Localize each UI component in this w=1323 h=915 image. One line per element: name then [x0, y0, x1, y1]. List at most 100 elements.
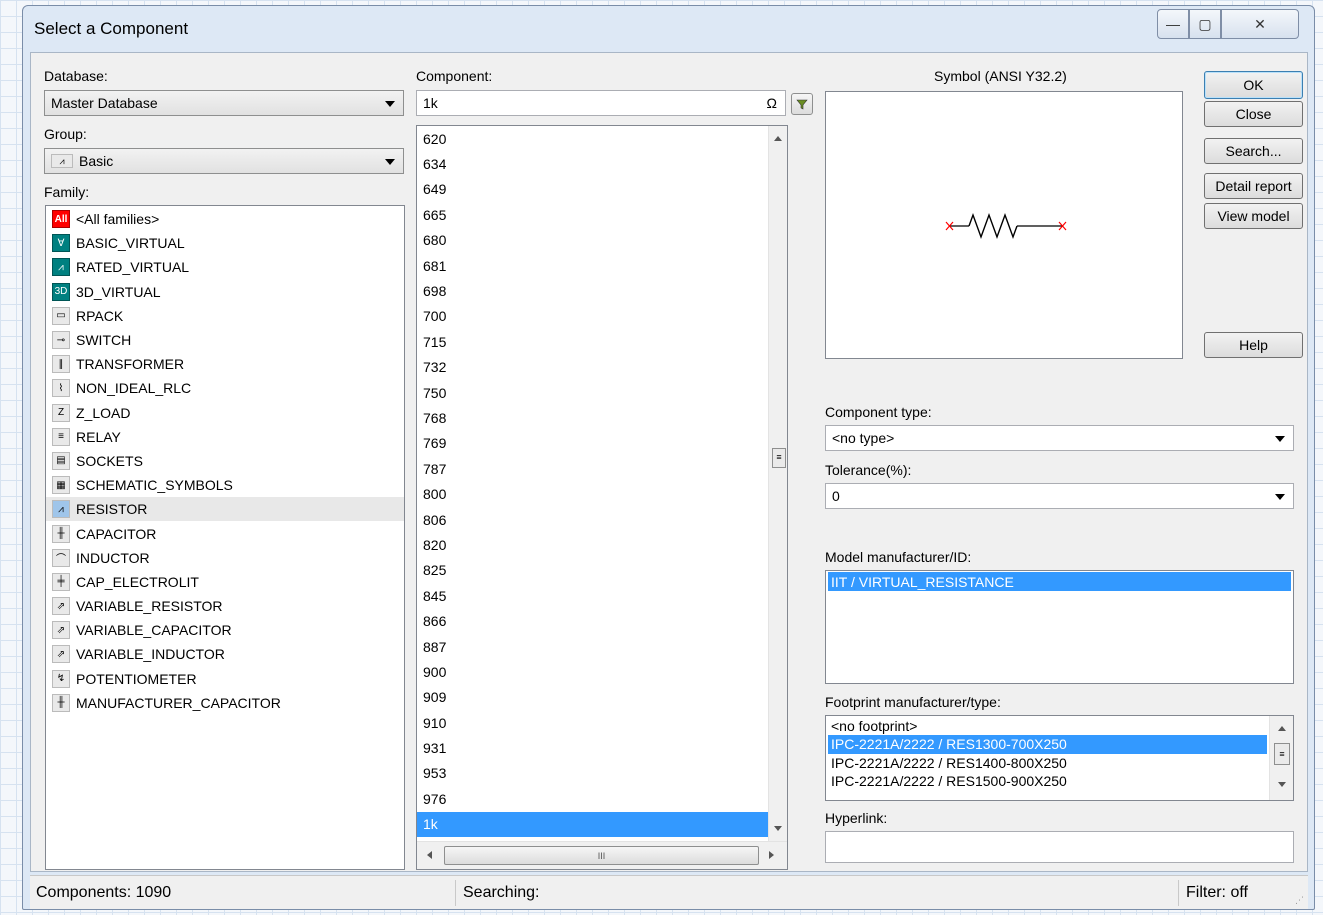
component-item[interactable]: 820 — [417, 532, 768, 557]
family-item[interactable]: 3D 3D_VIRTUAL — [46, 280, 404, 304]
family-item[interactable]: ↯ POTENTIOMETER — [46, 667, 404, 691]
omega-icon[interactable]: Ω — [767, 95, 777, 111]
component-item[interactable]: 900 — [417, 659, 768, 684]
component-item[interactable]: 681 — [417, 253, 768, 278]
component-type-select[interactable]: <no type> — [825, 425, 1294, 451]
family-item-label: 3D_VIRTUAL — [76, 283, 161, 300]
component-item[interactable]: 715 — [417, 329, 768, 354]
component-item[interactable]: 769 — [417, 431, 768, 456]
family-item[interactable]: ▤ SOCKETS — [46, 449, 404, 473]
hyperlink-label: Hyperlink: — [825, 810, 888, 826]
component-item[interactable]: 649 — [417, 177, 768, 202]
component-search-input[interactable]: 1k Ω — [416, 90, 786, 116]
family-item[interactable]: ∥ TRANSFORMER — [46, 352, 404, 376]
maximize-button[interactable]: ▢ — [1189, 9, 1221, 39]
component-item[interactable]: 787 — [417, 456, 768, 481]
component-item[interactable]: 800 — [417, 481, 768, 506]
hyperlink-field[interactable] — [825, 831, 1294, 863]
family-item[interactable]: All <All families> — [46, 207, 404, 231]
family-item[interactable]: ≡ RELAY — [46, 425, 404, 449]
component-item[interactable]: 931 — [417, 735, 768, 760]
component-item[interactable]: 700 — [417, 304, 768, 329]
family-item[interactable]: ╫ CAPACITOR — [46, 521, 404, 545]
scroll-right-icon[interactable] — [769, 851, 774, 859]
component-hscrollbar[interactable]: III — [417, 841, 787, 869]
cap-electrolit-icon: ╪ — [52, 572, 70, 591]
title-bar[interactable]: Select a Component — ▢ ✕ — [23, 6, 1314, 48]
database-select[interactable]: Master Database — [44, 90, 404, 116]
family-item[interactable]: ╫ MANUFACTURER_CAPACITOR — [46, 691, 404, 715]
component-item[interactable]: 845 — [417, 583, 768, 608]
family-item[interactable]: ⌇ NON_IDEAL_RLC — [46, 376, 404, 400]
component-item[interactable]: 698 — [417, 278, 768, 303]
family-item[interactable]: ⌒ INDUCTOR — [46, 546, 404, 570]
component-item[interactable]: 910 — [417, 710, 768, 735]
scroll-up-icon[interactable] — [1278, 726, 1286, 731]
family-list[interactable]: All <All families> ∀ BASIC_VIRTUAL ⩘ RATED_VI… — [45, 205, 405, 870]
family-item[interactable]: ▦ SCHEMATIC_SYMBOLS — [46, 473, 404, 497]
z-load-icon: Z — [52, 403, 70, 422]
family-item[interactable]: ⊸ SWITCH — [46, 328, 404, 352]
component-item[interactable]: 825 — [417, 558, 768, 583]
component-item[interactable]: 887 — [417, 634, 768, 659]
footprint-item[interactable]: IPC-2221A/2222 / RES1500-900X250 — [828, 772, 1267, 790]
component-item[interactable]: 953 — [417, 761, 768, 786]
component-item[interactable]: 680 — [417, 228, 768, 253]
close-window-button[interactable]: ✕ — [1221, 9, 1299, 39]
component-type-value: <no type> — [832, 430, 895, 446]
family-item[interactable]: ⩘ RATED_VIRTUAL — [46, 255, 404, 279]
component-item[interactable]: 866 — [417, 608, 768, 633]
resize-grip-icon[interactable]: ⋰ — [1295, 895, 1304, 906]
component-list[interactable]: 620 634 649 665 680 681 698 700 715 732 750 768 769 7… — [416, 125, 788, 870]
list-item[interactable]: IIT / VIRTUAL_RESISTANCE — [828, 572, 1291, 591]
close-icon: ✕ — [1254, 15, 1266, 32]
footprint-scroll-thumb[interactable]: ≡ — [1274, 743, 1290, 765]
scroll-down-icon[interactable] — [774, 826, 782, 831]
family-item[interactable]: ⇗ VARIABLE_INDUCTOR — [46, 642, 404, 666]
minimize-button[interactable]: — — [1157, 9, 1189, 39]
footprint-label: Footprint manufacturer/type: — [825, 694, 1001, 710]
component-item[interactable]: 909 — [417, 685, 768, 710]
filter-status: Filter: off — [1186, 884, 1248, 901]
ok-button[interactable]: OK — [1204, 71, 1303, 99]
tolerance-select[interactable]: 0 — [825, 483, 1294, 509]
component-item[interactable]: 634 — [417, 151, 768, 176]
vscroll-thumb[interactable]: ≡ — [772, 448, 786, 468]
database-label: Database: — [44, 68, 108, 84]
component-item[interactable]: 620 — [417, 126, 768, 151]
component-item[interactable]: 665 — [417, 202, 768, 227]
component-item[interactable]: 750 — [417, 380, 768, 405]
component-vscrollbar[interactable]: ≡ — [768, 126, 787, 841]
detail-report-button[interactable]: Detail report — [1204, 173, 1303, 199]
3d-virtual-icon: 3D — [52, 282, 70, 301]
hscroll-thumb[interactable]: III — [444, 846, 759, 865]
footprint-item[interactable]: IPC-2221A/2222 / RES1300-700X250 — [828, 735, 1267, 754]
family-item[interactable]: ⇗ VARIABLE_CAPACITOR — [46, 618, 404, 642]
close-button[interactable]: Close — [1204, 101, 1303, 127]
footprint-list[interactable]: <no footprint> IPC-2221A/2222 / RES1300-7… — [825, 715, 1294, 801]
model-manufacturer-list[interactable]: IIT / VIRTUAL_RESISTANCE — [825, 570, 1294, 684]
component-item[interactable]: 806 — [417, 507, 768, 532]
family-item[interactable]: Z Z_LOAD — [46, 401, 404, 425]
group-select[interactable]: ⩘ Basic — [44, 148, 404, 174]
filter-button[interactable] — [791, 93, 813, 115]
family-item[interactable]: ⇗ VARIABLE_RESISTOR — [46, 594, 404, 618]
scroll-down-icon[interactable] — [1278, 782, 1286, 787]
family-item[interactable]: ▭ RPACK — [46, 304, 404, 328]
component-item[interactable]: 768 — [417, 405, 768, 430]
help-button[interactable]: Help — [1204, 332, 1303, 358]
scroll-up-icon[interactable] — [774, 136, 782, 141]
footprint-item[interactable]: <no footprint> — [828, 717, 1267, 735]
component-item[interactable]: 1k — [417, 811, 768, 837]
component-item[interactable]: 732 — [417, 355, 768, 380]
family-item[interactable]: ∀ BASIC_VIRTUAL — [46, 231, 404, 255]
footprint-vscrollbar[interactable]: ≡ — [1269, 716, 1293, 800]
family-item[interactable]: ╪ CAP_ELECTROLIT — [46, 570, 404, 594]
view-model-button[interactable]: View model — [1204, 203, 1303, 229]
dialog-client-area: Database: Master Database Group: ⩘ Basic… — [30, 52, 1308, 872]
search-button[interactable]: Search... — [1204, 138, 1303, 164]
family-item[interactable]: ⩘ RESISTOR — [46, 497, 404, 522]
scroll-left-icon[interactable] — [427, 851, 432, 859]
component-item[interactable]: 976 — [417, 786, 768, 811]
footprint-item[interactable]: IPC-2221A/2222 / RES1400-800X250 — [828, 754, 1267, 772]
